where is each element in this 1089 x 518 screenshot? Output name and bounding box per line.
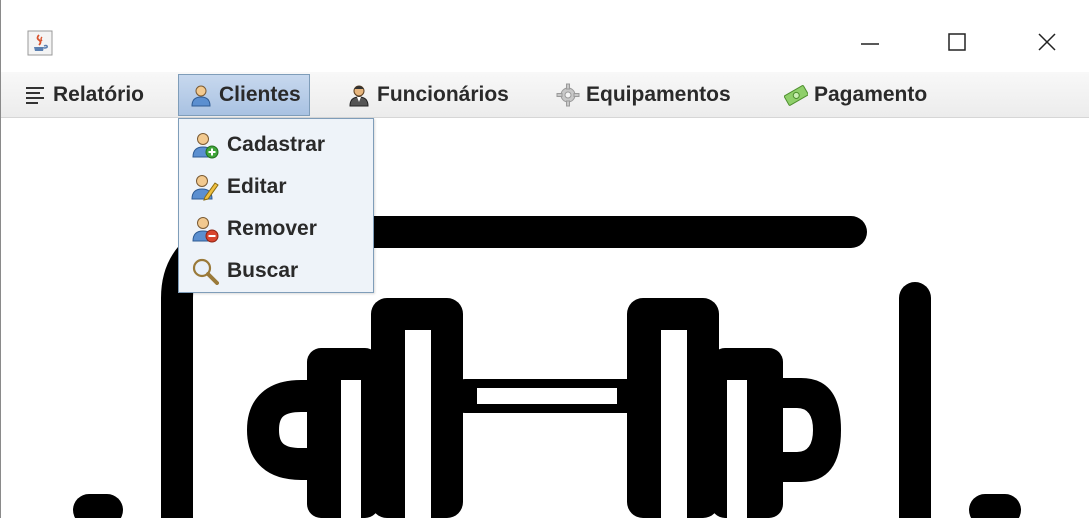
menu-relatorio[interactable]: Relatório bbox=[23, 74, 144, 116]
menu-item-editar[interactable]: Editar bbox=[179, 167, 373, 207]
menu-item-label: Cadastrar bbox=[227, 133, 326, 156]
menu-item-label: Remover bbox=[227, 217, 317, 240]
worker-icon bbox=[347, 83, 371, 107]
menu-label: Clientes bbox=[219, 83, 301, 106]
magnifier-icon bbox=[191, 257, 219, 285]
menu-label: Pagamento bbox=[814, 83, 928, 106]
maximize-button[interactable] bbox=[934, 24, 980, 60]
menu-item-buscar[interactable]: Buscar bbox=[179, 251, 373, 291]
menu-funcionarios[interactable]: Funcionários bbox=[347, 74, 509, 116]
close-button[interactable] bbox=[1024, 24, 1070, 60]
menu-item-label: Buscar bbox=[227, 259, 299, 282]
money-icon bbox=[783, 83, 809, 107]
app-window: Relatório Clientes Funcionários Equipame… bbox=[0, 0, 1089, 518]
menu-label: Equipamentos bbox=[586, 83, 731, 106]
dumbbell-gym-icon bbox=[73, 216, 1021, 518]
java-cup-icon[interactable] bbox=[27, 30, 53, 56]
menu-item-cadastrar[interactable]: Cadastrar bbox=[179, 125, 373, 165]
menu-label: Relatório bbox=[53, 83, 145, 106]
gear-icon bbox=[556, 83, 580, 107]
user-edit-icon bbox=[191, 173, 219, 201]
minimize-icon bbox=[861, 43, 879, 45]
content-area bbox=[1, 118, 1089, 518]
user-remove-icon bbox=[191, 215, 219, 243]
user-add-icon bbox=[191, 131, 219, 159]
menu-equipamentos[interactable]: Equipamentos bbox=[556, 74, 731, 116]
list-lines-icon bbox=[23, 83, 47, 107]
minimize-button[interactable] bbox=[847, 24, 893, 60]
menu-clientes[interactable]: Clientes bbox=[178, 74, 310, 116]
menu-item-remover[interactable]: Remover bbox=[179, 209, 373, 249]
menu-bar: Relatório Clientes Funcionários Equipame… bbox=[1, 72, 1089, 118]
maximize-icon bbox=[948, 33, 966, 51]
title-bar bbox=[1, 0, 1089, 70]
close-icon bbox=[1038, 33, 1056, 51]
clientes-dropdown-menu: Cadastrar Editar Remover Buscar bbox=[178, 118, 374, 293]
menu-pagamento[interactable]: Pagamento bbox=[783, 74, 928, 116]
menu-label: Funcionários bbox=[377, 83, 509, 106]
menu-item-label: Editar bbox=[227, 175, 287, 198]
user-icon bbox=[189, 83, 213, 107]
